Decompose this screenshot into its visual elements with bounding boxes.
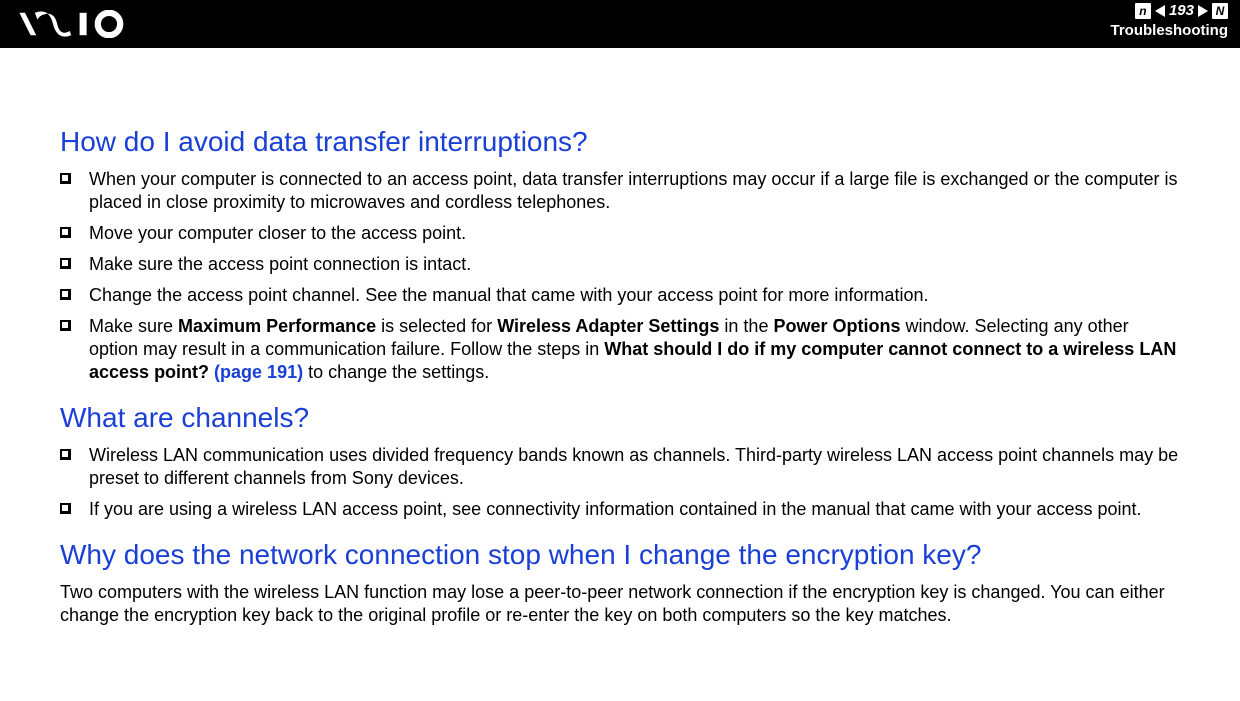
square-bullet-icon <box>60 449 71 460</box>
text-run: Make sure the access point connection is… <box>89 254 471 274</box>
list-item-text: If you are using a wireless LAN access p… <box>89 498 1142 521</box>
nav-letter-right[interactable]: N <box>1212 3 1228 19</box>
square-bullet-icon <box>60 227 71 238</box>
list-item: Wireless LAN communication uses divided … <box>60 444 1180 490</box>
square-bullet-icon <box>60 320 71 331</box>
list-item-text: Make sure Maximum Performance is selecte… <box>89 315 1180 384</box>
list-item: Make sure the access point connection is… <box>60 253 1180 276</box>
bullet-list: When your computer is connected to an ac… <box>60 168 1180 384</box>
text-run: If you are using a wireless LAN access p… <box>89 499 1142 519</box>
text-run: Power Options <box>773 316 900 336</box>
text-run: Move your computer closer to the access … <box>89 223 466 243</box>
square-bullet-icon <box>60 173 71 184</box>
text-run: Wireless Adapter Settings <box>497 316 719 336</box>
list-item-text: When your computer is connected to an ac… <box>89 168 1180 214</box>
square-bullet-icon <box>60 258 71 269</box>
nav-letter-left[interactable]: n <box>1135 3 1151 19</box>
content: How do I avoid data transfer interruptio… <box>0 48 1240 653</box>
text-run: Change the access point channel. See the… <box>89 285 928 305</box>
list-item: If you are using a wireless LAN access p… <box>60 498 1180 521</box>
list-item-text: Move your computer closer to the access … <box>89 222 466 245</box>
square-bullet-icon <box>60 289 71 300</box>
list-item: When your computer is connected to an ac… <box>60 168 1180 214</box>
page-number: 193 <box>1169 2 1194 20</box>
question-heading: Why does the network connection stop whe… <box>60 539 1180 571</box>
question-heading: What are channels? <box>60 402 1180 434</box>
list-item: Make sure Maximum Performance is selecte… <box>60 315 1180 384</box>
header-bar: n 193 N Troubleshooting <box>0 0 1240 48</box>
vaio-logo <box>18 10 165 38</box>
arrow-right-icon[interactable] <box>1198 5 1208 17</box>
list-item: Move your computer closer to the access … <box>60 222 1180 245</box>
text-run: Make sure <box>89 316 178 336</box>
list-item-text: Change the access point channel. See the… <box>89 284 928 307</box>
text-run: Maximum Performance <box>178 316 376 336</box>
list-item-text: Make sure the access point connection is… <box>89 253 471 276</box>
arrow-left-icon[interactable] <box>1155 5 1165 17</box>
question-heading: How do I avoid data transfer interruptio… <box>60 126 1180 158</box>
section-label: Troubleshooting <box>1111 22 1229 40</box>
square-bullet-icon <box>60 503 71 514</box>
text-run: in the <box>719 316 773 336</box>
text-run: is selected for <box>376 316 497 336</box>
list-item: Change the access point channel. See the… <box>60 284 1180 307</box>
text-run: Two computers with the wireless LAN func… <box>60 582 1165 625</box>
text-run: When your computer is connected to an ac… <box>89 169 1178 212</box>
paragraph: Two computers with the wireless LAN func… <box>60 581 1180 627</box>
text-run: Wireless LAN communication uses divided … <box>89 445 1178 488</box>
bullet-list: Wireless LAN communication uses divided … <box>60 444 1180 521</box>
list-item-text: Wireless LAN communication uses divided … <box>89 444 1180 490</box>
page-link[interactable]: (page 191) <box>214 362 303 382</box>
text-run: to change the settings. <box>303 362 489 382</box>
page-nav: n 193 N Troubleshooting <box>1111 2 1229 40</box>
